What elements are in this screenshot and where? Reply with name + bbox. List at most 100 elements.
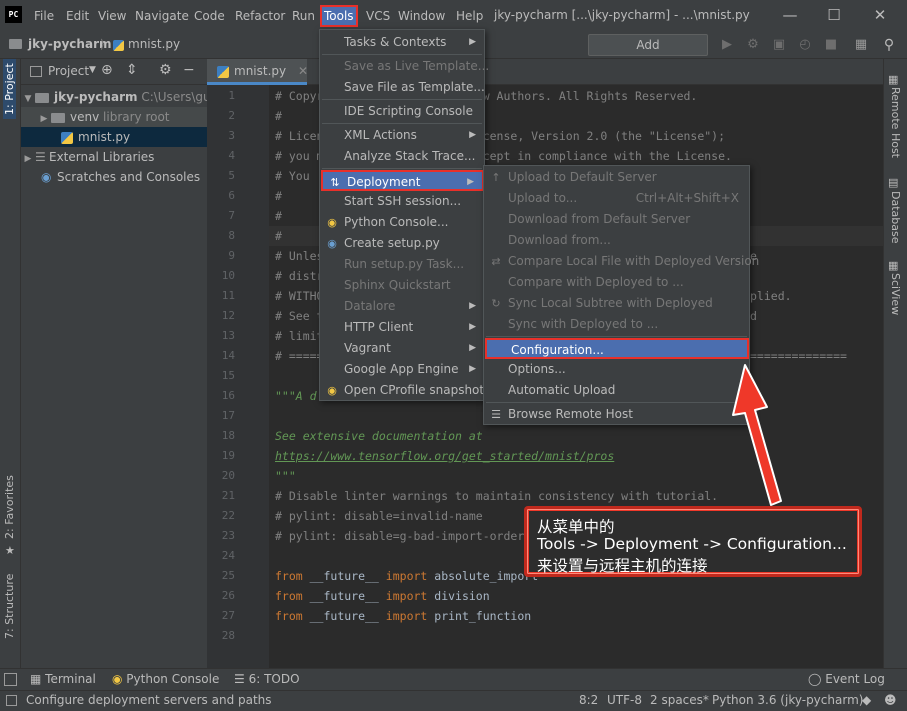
stop-icon[interactable]: ■: [822, 36, 840, 54]
menu-item-upload-to-default-server[interactable]: ↑ Upload to Default Server: [484, 167, 749, 188]
maximize-icon[interactable]: ☐: [824, 6, 844, 24]
menu-item-options[interactable]: Options...: [484, 359, 749, 380]
menu-item-http-client[interactable]: HTTP Client ▶: [320, 317, 484, 338]
debug-icon[interactable]: ⚙: [744, 36, 762, 54]
menu-item-configuration[interactable]: Configuration...: [485, 338, 749, 359]
hide-icon[interactable]: −: [183, 62, 195, 78]
project-view-selector[interactable]: Project: [48, 64, 89, 78]
menu-item-run-setup-py-task[interactable]: Run setup.py Task...: [320, 254, 484, 275]
toggle-tool-windows-icon[interactable]: [4, 673, 17, 686]
indent-setting[interactable]: 2 spaces*: [650, 693, 709, 707]
menu-navigate[interactable]: Navigate: [135, 8, 189, 25]
deployment-submenu: ↑ Upload to Default Server Upload to... Ctr…: [483, 165, 759, 425]
menu-edit[interactable]: Edit: [66, 8, 89, 25]
menu-item-compare-local-file-with-deployed-version[interactable]: ⇄ Compare Local File with Deployed Versio…: [484, 251, 759, 272]
menu-item-xml-actions[interactable]: XML Actions ▶: [320, 125, 484, 146]
code-line: from __future__ import division: [275, 589, 490, 603]
profile-icon[interactable]: ◴: [796, 36, 814, 54]
menu-item-browse-remote-host[interactable]: ☰ Browse Remote Host: [484, 404, 749, 425]
tab-remote-host[interactable]: Remote Host: [889, 87, 902, 158]
tab-sciview[interactable]: SciView: [889, 273, 902, 315]
menu-item-create-setup-py[interactable]: ◉ Create setup.py: [320, 233, 484, 254]
tab-database[interactable]: Database: [889, 191, 902, 244]
menu-item-sync-local-subtree-with-deployed[interactable]: ↻ Sync Local Subtree with Deployed: [484, 293, 749, 314]
tree-item-venv[interactable]: ▶ venv library root: [21, 107, 207, 127]
interpreter[interactable]: Python 3.6 (jky-pycharm): [712, 693, 863, 707]
tree-item-mnist[interactable]: mnist.py: [21, 127, 207, 147]
add-configuration-button[interactable]: Add Configuration...: [588, 34, 708, 72]
menu-item-upload-to[interactable]: Upload to... Ctrl+Alt+Shift+X: [484, 188, 749, 209]
tree-item-root[interactable]: ▼ jky-pycharm C:\Users\guoz: [21, 87, 225, 107]
menu-item-open-cprofile-snapshot[interactable]: ◉ Open CProfile snapshot: [320, 380, 484, 401]
gear-icon[interactable]: ⚙: [159, 62, 172, 78]
folder-icon: [35, 92, 49, 103]
tab-project[interactable]: 1: Project: [3, 59, 16, 119]
terminal-tab[interactable]: ▦ Terminal: [30, 672, 96, 686]
menu-view[interactable]: View: [98, 8, 126, 25]
submenu-arrow-icon: ▶: [469, 364, 476, 374]
menu-item-google-app-engine[interactable]: Google App Engine ▶: [320, 359, 484, 380]
menu-refactor[interactable]: Refactor: [235, 8, 285, 25]
menu-item-automatic-upload[interactable]: Automatic Upload: [484, 380, 749, 401]
breadcrumb-project[interactable]: jky-pycharm: [28, 37, 111, 51]
minimize-icon[interactable]: —: [780, 6, 800, 24]
collapse-all-icon[interactable]: ⇕: [126, 62, 138, 78]
menu-tools[interactable]: Tools: [320, 5, 358, 27]
coverage-icon[interactable]: ▣: [770, 36, 788, 54]
tree-item-external-libraries[interactable]: ▶ ☰ External Libraries: [21, 147, 207, 167]
caret-position[interactable]: 8:2: [579, 693, 598, 707]
lock-icon[interactable]: ◆: [862, 693, 871, 707]
event-log-tab[interactable]: ◯ Event Log: [808, 672, 885, 686]
menu-item-label: Open CProfile snapshot: [344, 383, 485, 397]
python-console-tab[interactable]: ◉ Python Console: [112, 672, 219, 686]
menu-item-vagrant[interactable]: Vagrant ▶: [320, 338, 484, 359]
submenu-arrow-icon: ▶: [469, 301, 476, 311]
menu-item-analyze-stack-trace[interactable]: Analyze Stack Trace...: [320, 146, 484, 167]
todo-tab[interactable]: ☰ 6: TODO: [234, 672, 300, 686]
code-line: # pylint: disable=invalid-name: [275, 509, 483, 523]
line-number: 6: [228, 189, 235, 202]
code-line: # pylint: disable=g-bad-import-order: [275, 529, 525, 543]
shortcut-label: Ctrl+Alt+Shift+X: [635, 191, 739, 205]
menu-window[interactable]: Window: [398, 8, 445, 25]
menu-file[interactable]: File: [34, 8, 54, 25]
status-bar: Configure deployment servers and paths 8…: [0, 690, 907, 711]
line-number: 2: [228, 109, 235, 122]
tree-item-scratches[interactable]: ◉ Scratches and Consoles: [21, 167, 207, 187]
file-encoding[interactable]: UTF-8: [607, 693, 642, 707]
menu-item-save-file-as-template[interactable]: Save File as Template...: [320, 77, 485, 98]
chevron-down-icon[interactable]: ▼: [89, 65, 96, 75]
callout-line-1: 从菜单中的: [537, 518, 615, 536]
menu-item-deployment[interactable]: ⇅ Deployment ▶: [321, 170, 484, 191]
breadcrumb-file[interactable]: mnist.py: [128, 37, 180, 51]
menu-vcs[interactable]: VCS: [366, 8, 390, 25]
menu-item-compare-with-deployed-to[interactable]: Compare with Deployed to ...: [484, 272, 749, 293]
submenu-arrow-icon: ▶: [469, 37, 476, 47]
menu-run[interactable]: Run: [292, 8, 315, 25]
menu-item-sphinx-quickstart[interactable]: Sphinx Quickstart: [320, 275, 484, 296]
menu-item-save-as-live-template[interactable]: Save as Live Template...: [320, 56, 489, 77]
tools-dropdown-menu: Tasks & Contexts ▶ Save as Live Template..…: [319, 29, 489, 401]
tab-structure[interactable]: 7: Structure: [3, 574, 16, 639]
menu-code[interactable]: Code: [194, 8, 225, 25]
menu-item-start-ssh-session[interactable]: Start SSH session...: [320, 191, 484, 212]
menu-help[interactable]: Help: [456, 8, 483, 25]
menu-item-sync-with-deployed-to[interactable]: Sync with Deployed to ...: [484, 314, 749, 335]
menu-item-download-from-default-server[interactable]: Download from Default Server: [484, 209, 749, 230]
menu-item-download-from[interactable]: Download from...: [484, 230, 749, 251]
vcs-icon[interactable]: ▦: [852, 36, 870, 54]
inspector-icon[interactable]: ☻: [884, 693, 897, 707]
menu-item-python-console[interactable]: ◉ Python Console...: [320, 212, 484, 233]
line-number: 24: [221, 549, 235, 562]
search-icon[interactable]: ⚲: [880, 36, 898, 54]
close-icon[interactable]: ✕: [870, 6, 890, 24]
close-tab-icon[interactable]: ✕: [298, 64, 308, 78]
menu-item-tasks-contexts[interactable]: Tasks & Contexts ▶: [320, 32, 484, 53]
locate-icon[interactable]: ⊕: [101, 62, 113, 78]
code-fragment: d: [750, 309, 757, 323]
menu-item-ide-scripting-console[interactable]: IDE Scripting Console: [320, 101, 484, 122]
tab-favorites[interactable]: 2: Favorites: [3, 475, 16, 539]
tab-mnist[interactable]: mnist.py ✕: [207, 59, 308, 85]
menu-item-datalore[interactable]: Datalore ▶: [320, 296, 484, 317]
run-icon[interactable]: ▶: [718, 36, 736, 54]
